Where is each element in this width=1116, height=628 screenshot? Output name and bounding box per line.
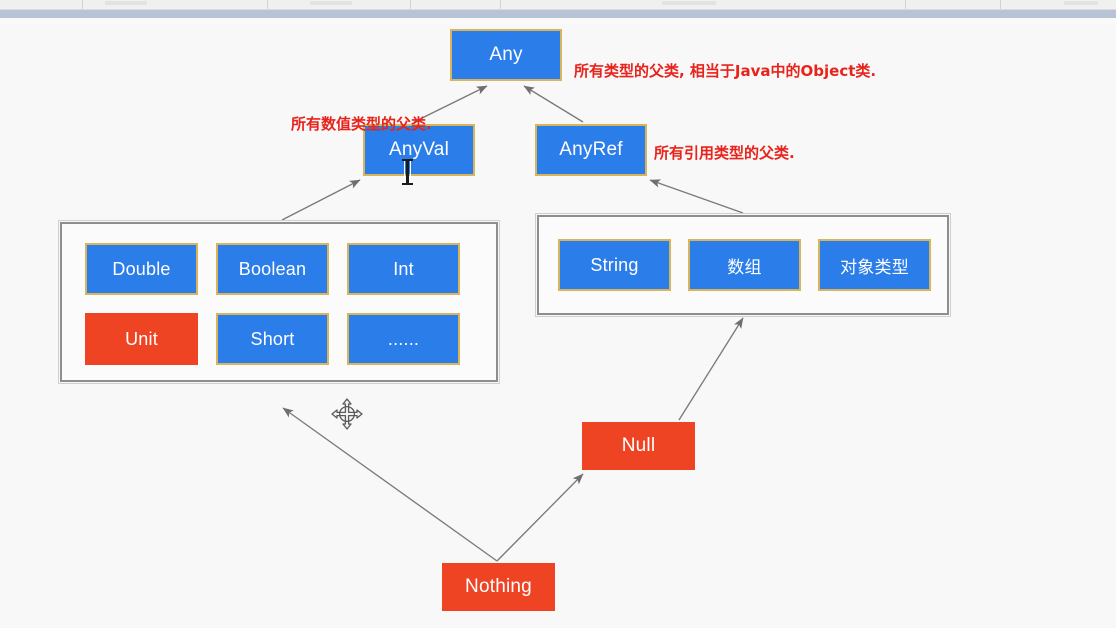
node-double-label: Double [112, 258, 171, 279]
toolbar-strip[interactable] [0, 0, 1116, 10]
edge-null-to-reftypes [678, 317, 744, 421]
node-any-label: Any [489, 44, 523, 65]
node-ellipsis[interactable]: ...... [347, 313, 460, 365]
annotation-anyval: 所有数值类型的父类. [291, 115, 432, 133]
node-int[interactable]: Int [347, 243, 460, 295]
node-ellipsis-label: ...... [387, 328, 420, 349]
node-short-label: Short [250, 328, 295, 349]
node-array[interactable]: 数组 [688, 239, 801, 291]
node-array-label: 数组 [727, 257, 762, 277]
edge-reftypes-to-anyref [649, 179, 744, 214]
diagram-canvas[interactable]: Any AnyVal AnyRef Double Boolean Int Uni… [0, 24, 1116, 628]
toolbar-separator-1 [267, 0, 268, 9]
screenshot-root: Any AnyVal AnyRef Double Boolean Int Uni… [0, 0, 1116, 628]
toolbar-item-2[interactable] [662, 1, 716, 5]
node-anyval-label: AnyVal [389, 139, 449, 160]
node-anyref-label: AnyRef [559, 139, 623, 160]
node-anyref[interactable]: AnyRef [535, 124, 647, 176]
annotation-anyref: 所有引用类型的父类. [654, 144, 795, 162]
node-nothing-label: Nothing [465, 576, 532, 597]
node-unit[interactable]: Unit [85, 313, 198, 365]
toolbar-separator-4 [905, 0, 906, 9]
node-boolean-label: Boolean [238, 258, 307, 279]
toolbar-separator-3 [500, 0, 501, 9]
node-null[interactable]: Null [582, 422, 695, 470]
node-boolean[interactable]: Boolean [216, 243, 329, 295]
node-short[interactable]: Short [216, 313, 329, 365]
toolbar-separator-5 [1000, 0, 1001, 9]
node-any[interactable]: Any [450, 29, 562, 81]
accent-band [0, 10, 1116, 18]
node-string[interactable]: String [558, 239, 671, 291]
toolbar-item-3[interactable] [1064, 1, 1098, 5]
edge-valuetypes-to-anyval [281, 179, 361, 221]
annotation-any: 所有类型的父类, 相当于Java中的Object类. [574, 62, 877, 80]
node-object-type[interactable]: 对象类型 [818, 239, 931, 291]
toolbar-separator-0 [82, 0, 83, 9]
node-null-label: Null [621, 435, 656, 456]
node-object-type-label: 对象类型 [840, 257, 909, 277]
edge-anyref-to-any [523, 85, 584, 123]
node-nothing[interactable]: Nothing [442, 563, 555, 611]
edge-nothing-to-valuetypes [282, 407, 498, 562]
text-cursor [402, 159, 413, 185]
node-unit-label: Unit [125, 328, 158, 349]
node-double[interactable]: Double [85, 243, 198, 295]
move-cursor [331, 398, 363, 430]
toolbar-item-1[interactable] [310, 1, 352, 5]
toolbar-separator-2 [410, 0, 411, 9]
node-string-label: String [590, 254, 639, 275]
toolbar-item-0[interactable] [105, 1, 147, 5]
edge-nothing-to-null [496, 473, 584, 562]
node-int-label: Int [393, 258, 414, 279]
